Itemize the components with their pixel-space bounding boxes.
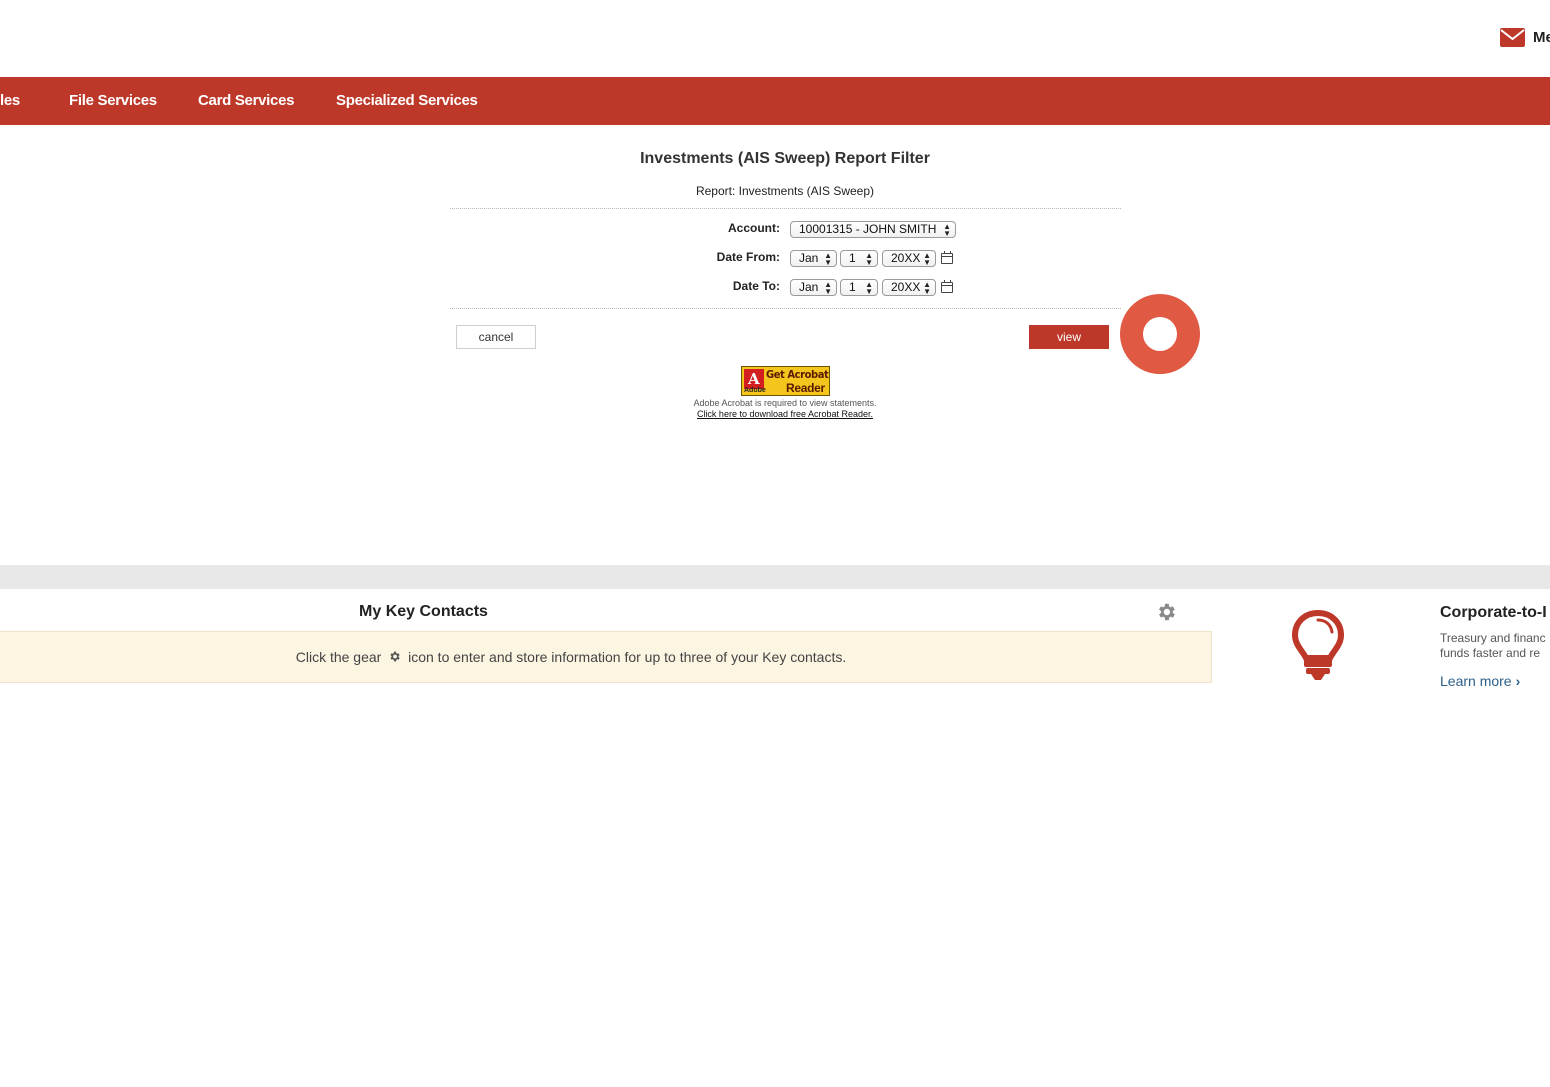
learn-more-link[interactable]: Learn more › bbox=[1440, 673, 1520, 689]
date-to-month-select[interactable]: Jan ▲ ▼ bbox=[790, 279, 837, 296]
nav-item-card-services[interactable]: Card Services bbox=[198, 77, 294, 125]
nav-item-specialized-services[interactable]: Specialized Services bbox=[336, 77, 478, 125]
report-name: Report: Investments (AIS Sweep) bbox=[695, 184, 875, 198]
calendar-icon[interactable] bbox=[941, 251, 953, 264]
click-indicator-icon bbox=[1120, 294, 1200, 374]
messages-link[interactable]: Me bbox=[1500, 28, 1550, 47]
select-arrows-icon: ▲ ▼ bbox=[865, 280, 873, 296]
divider bbox=[450, 208, 1121, 209]
view-button[interactable]: view bbox=[1029, 325, 1109, 349]
select-arrows-icon: ▲ ▼ bbox=[923, 251, 931, 267]
divider bbox=[450, 308, 1121, 309]
adobe-logo-icon bbox=[744, 369, 764, 389]
get-acrobat-reader-badge[interactable]: Get Acrobat Reader Adobe bbox=[741, 366, 830, 396]
date-to-year-select[interactable]: 20XX ▲ ▼ bbox=[882, 279, 936, 296]
gear-icon bbox=[390, 651, 400, 662]
section-divider bbox=[0, 565, 1550, 589]
select-arrows-icon: ▲ ▼ bbox=[923, 280, 931, 296]
envelope-icon bbox=[1500, 28, 1525, 47]
promo-text: Treasury and financ funds faster and re bbox=[1440, 631, 1546, 660]
select-arrows-icon: ▲ ▼ bbox=[824, 251, 832, 267]
date-to-label: Date To: bbox=[732, 279, 780, 293]
date-from-month-select[interactable]: Jan ▲ ▼ bbox=[790, 250, 837, 267]
date-to-day-select[interactable]: 1 ▲ ▼ bbox=[840, 279, 878, 296]
nav-item-file-services[interactable]: File Services bbox=[69, 77, 157, 125]
promo-title: Corporate-to-I bbox=[1440, 604, 1547, 621]
key-contacts-title: My Key Contacts bbox=[359, 603, 488, 620]
date-from-label: Date From: bbox=[716, 250, 780, 264]
account-label: Account: bbox=[728, 221, 780, 235]
select-arrows-icon: ▲ ▼ bbox=[943, 222, 951, 238]
select-arrows-icon: ▲ ▼ bbox=[824, 280, 832, 296]
select-arrows-icon: ▲ ▼ bbox=[865, 251, 873, 267]
cancel-button[interactable]: cancel bbox=[456, 325, 536, 349]
date-from-year-select[interactable]: 20XX ▲ ▼ bbox=[882, 250, 936, 267]
messages-label: Me bbox=[1533, 29, 1550, 46]
lightbulb-icon bbox=[1291, 609, 1345, 680]
nav-item-payables[interactable]: les bbox=[0, 77, 20, 125]
account-select[interactable]: 10001315 - JOHN SMITH ▲ ▼ bbox=[790, 221, 956, 238]
date-from-day-select[interactable]: 1 ▲ ▼ bbox=[840, 250, 878, 267]
gear-icon[interactable] bbox=[1155, 601, 1177, 623]
key-contacts-message: Click the gear icon to enter and store i… bbox=[295, 649, 847, 665]
acrobat-note: Adobe Acrobat is required to view statem… bbox=[693, 398, 877, 408]
main-nav: les File Services Card Services Speciali… bbox=[0, 77, 1550, 125]
calendar-icon[interactable] bbox=[941, 280, 953, 293]
page-title: Investments (AIS Sweep) Report Filter bbox=[640, 150, 930, 167]
acrobat-download-link[interactable]: Click here to download free Acrobat Read… bbox=[0, 409, 1550, 419]
chevron-right-icon: › bbox=[1515, 673, 1521, 689]
